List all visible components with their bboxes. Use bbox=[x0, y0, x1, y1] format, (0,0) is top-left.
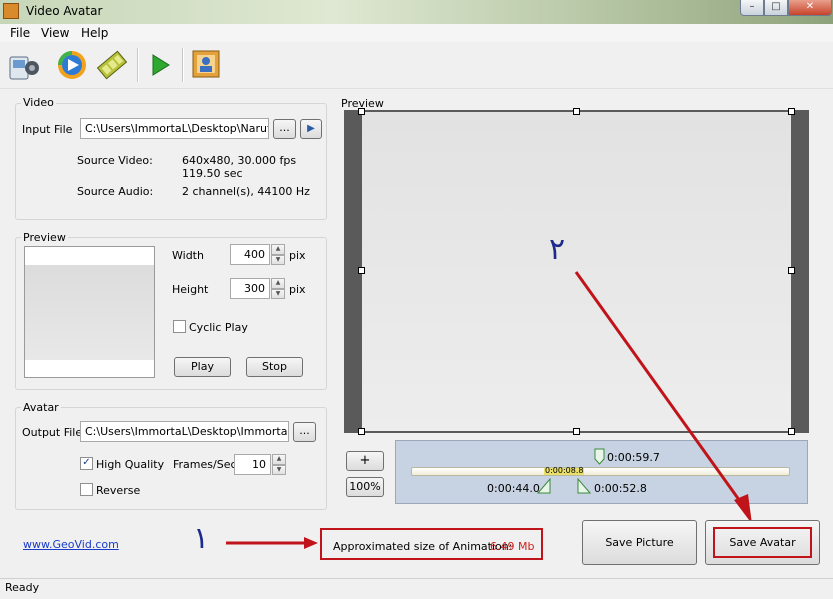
output-file-label: Output File bbox=[22, 426, 83, 439]
high-quality-label: High Quality bbox=[96, 458, 165, 471]
save-picture-button[interactable]: Save Picture bbox=[582, 520, 697, 565]
toolbar-separator bbox=[182, 48, 184, 82]
stop-button[interactable]: Stop bbox=[246, 357, 303, 377]
input-file-field[interactable]: C:\Users\ImmortaL\Desktop\Naruto 7 bbox=[80, 118, 269, 139]
status-bar bbox=[0, 578, 833, 599]
fps-spin-up[interactable]: ▲ bbox=[272, 454, 286, 465]
height-spin-down[interactable]: ▼ bbox=[271, 289, 285, 299]
size-value: 6.49 Mb bbox=[490, 540, 535, 553]
high-quality-checkbox[interactable]: ✓ bbox=[80, 457, 93, 470]
menu-bar bbox=[0, 24, 833, 42]
annotation-number-1: ١ bbox=[193, 521, 210, 556]
resize-handle-bottom-left[interactable] bbox=[358, 428, 365, 435]
resize-handle-top[interactable] bbox=[573, 108, 580, 115]
input-browse-button[interactable]: ... bbox=[273, 119, 296, 139]
height-label: Height bbox=[172, 283, 209, 296]
maximize-button[interactable]: □ bbox=[764, 0, 788, 16]
reverse-checkbox[interactable] bbox=[80, 483, 93, 496]
width-spin-up[interactable]: ▲ bbox=[271, 244, 285, 255]
video-legend: Video bbox=[21, 96, 56, 109]
thumbnail-image bbox=[25, 265, 154, 360]
film-strip-icon[interactable] bbox=[95, 48, 129, 82]
timeline-start-time: 0:00:44.0 bbox=[487, 482, 540, 495]
output-browse-button[interactable]: ... bbox=[293, 422, 316, 442]
app-icon bbox=[3, 3, 19, 19]
input-play-button[interactable]: ▶ bbox=[300, 119, 322, 139]
close-button[interactable]: ✕ bbox=[788, 0, 832, 16]
source-video-label: Source Video: bbox=[77, 154, 153, 167]
zoom-100-button[interactable]: 100% bbox=[346, 477, 384, 497]
play-icon[interactable] bbox=[143, 48, 177, 82]
width-label: Width bbox=[172, 249, 204, 262]
video-open-icon[interactable] bbox=[6, 48, 40, 82]
avatar-film-icon[interactable] bbox=[189, 48, 223, 82]
zoom-in-button[interactable]: + bbox=[346, 451, 384, 471]
avatar-legend: Avatar bbox=[21, 401, 61, 414]
toolbar-separator bbox=[137, 48, 139, 82]
play-button[interactable]: Play bbox=[174, 357, 231, 377]
width-unit: pix bbox=[289, 249, 306, 262]
source-audio-label: Source Audio: bbox=[77, 185, 154, 198]
annotation-arrow-1 bbox=[226, 537, 318, 549]
save-avatar-label[interactable]: Save Avatar bbox=[713, 527, 812, 558]
media-player-icon[interactable] bbox=[55, 48, 89, 82]
resize-handle-top-left[interactable] bbox=[358, 108, 365, 115]
source-audio-value: 2 channel(s), 44100 Hz bbox=[182, 185, 310, 198]
menu-help[interactable]: Help bbox=[81, 26, 108, 40]
output-file-field[interactable]: C:\Users\ImmortaL\Desktop\ImmortaL.gif bbox=[80, 421, 289, 442]
fps-input[interactable]: 10 bbox=[234, 454, 271, 475]
resize-handle-top-right[interactable] bbox=[788, 108, 795, 115]
status-text: Ready bbox=[5, 581, 40, 594]
minimize-button[interactable]: – bbox=[740, 0, 764, 16]
fps-label: Frames/Sec bbox=[173, 458, 237, 471]
width-spin-down[interactable]: ▼ bbox=[271, 255, 285, 265]
resize-handle-left[interactable] bbox=[358, 267, 365, 274]
preview-settings-legend: Preview bbox=[21, 231, 68, 244]
menu-file[interactable]: File bbox=[10, 26, 30, 40]
height-spin-up[interactable]: ▲ bbox=[271, 278, 285, 289]
thumbnail-preview bbox=[24, 246, 155, 378]
width-input[interactable]: 400 bbox=[230, 244, 270, 265]
geovid-link[interactable]: www.GeoVid.com bbox=[23, 538, 119, 551]
fps-spin-down[interactable]: ▼ bbox=[272, 465, 286, 475]
resize-handle-right[interactable] bbox=[788, 267, 795, 274]
height-unit: pix bbox=[289, 283, 306, 296]
annotation-number-2: ٢ bbox=[549, 232, 566, 267]
annotation-arrow-2 bbox=[574, 271, 752, 524]
height-input[interactable]: 300 bbox=[230, 278, 270, 299]
input-file-label: Input File bbox=[22, 123, 73, 136]
window-title: Video Avatar bbox=[26, 4, 103, 18]
menu-view[interactable]: View bbox=[41, 26, 69, 40]
source-video-duration: 119.50 sec bbox=[182, 167, 243, 180]
size-label: Approximated size of Animation: bbox=[333, 540, 513, 553]
cyclic-play-checkbox[interactable] bbox=[173, 320, 186, 333]
reverse-label: Reverse bbox=[96, 484, 141, 497]
source-video-value: 640x480, 30.000 fps bbox=[182, 154, 297, 167]
title-bar bbox=[0, 0, 833, 24]
resize-handle-bottom-right[interactable] bbox=[788, 428, 795, 435]
cyclic-play-label: Cyclic Play bbox=[189, 321, 248, 334]
